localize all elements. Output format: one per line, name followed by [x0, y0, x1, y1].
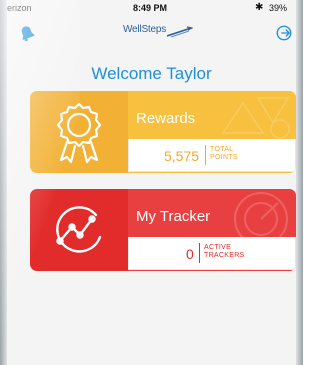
phone-frame: erizon 8:49 PM ✱ 39% WellSteps Welcome T…	[0, 0, 303, 365]
app-screen: erizon 8:49 PM ✱ 39% WellSteps Welcome T…	[7, 0, 296, 365]
app-header: WellSteps	[7, 18, 296, 46]
tracker-icon-area	[30, 189, 128, 271]
bell-icon[interactable]	[18, 24, 36, 42]
rewards-title: Rewards	[136, 110, 196, 127]
rewards-stat-box: 5,575 TOTAL POINTS	[128, 139, 296, 172]
logo-text: WellSteps	[123, 24, 167, 35]
tracker-stat-box: 0 ACTIVE TRACKERS	[128, 237, 296, 270]
tracker-label-line2: TRACKERS	[204, 252, 245, 259]
phone-bezel-right	[296, 0, 303, 365]
carrier-label: erizon	[7, 3, 32, 13]
rewards-stat-divider	[205, 145, 206, 165]
tracker-stat-label: ACTIVE TRACKERS	[204, 244, 245, 260]
welcome-heading: Welcome Taylor	[91, 64, 212, 83]
rewards-card[interactable]: Rewards 5,575 TOTAL POINTS	[30, 91, 296, 173]
bluetooth-icon: ✱	[255, 2, 264, 13]
tracker-title: My Tracker	[136, 208, 211, 225]
tracker-panel: My Tracker 0 ACTIVE TRACKERS	[128, 189, 296, 271]
trend-chart-icon	[56, 206, 102, 253]
logout-icon[interactable]	[275, 24, 293, 42]
tracker-stat-divider	[199, 243, 200, 263]
decorative-gauge-icon	[234, 192, 288, 239]
phone-bezel-left	[0, 0, 7, 365]
wellsteps-logo: WellSteps	[123, 22, 193, 38]
award-ribbon-icon	[56, 102, 102, 164]
rewards-panel: Rewards 5,575 TOTAL POINTS	[128, 91, 296, 173]
status-time: 8:49 PM	[133, 3, 168, 13]
tracker-label-line1: ACTIVE	[204, 244, 232, 251]
rewards-label-line1: TOTAL	[210, 146, 234, 153]
rewards-icon-area	[30, 91, 128, 173]
empty-content-area	[7, 280, 296, 365]
tracker-count-value: 0	[186, 246, 194, 262]
rewards-points-value: 5,575	[164, 148, 200, 164]
rewards-label-line2: POINTS	[210, 154, 238, 161]
rewards-stat-label: TOTAL POINTS	[210, 146, 238, 162]
tracker-card[interactable]: My Tracker 0 ACTIVE TRACKERS	[30, 189, 296, 271]
battery-level: 39%	[269, 3, 288, 13]
logo-swoosh-icon	[167, 26, 193, 38]
status-bar: erizon 8:49 PM ✱ 39%	[7, 0, 296, 18]
decorative-pattern-icon	[221, 97, 290, 139]
